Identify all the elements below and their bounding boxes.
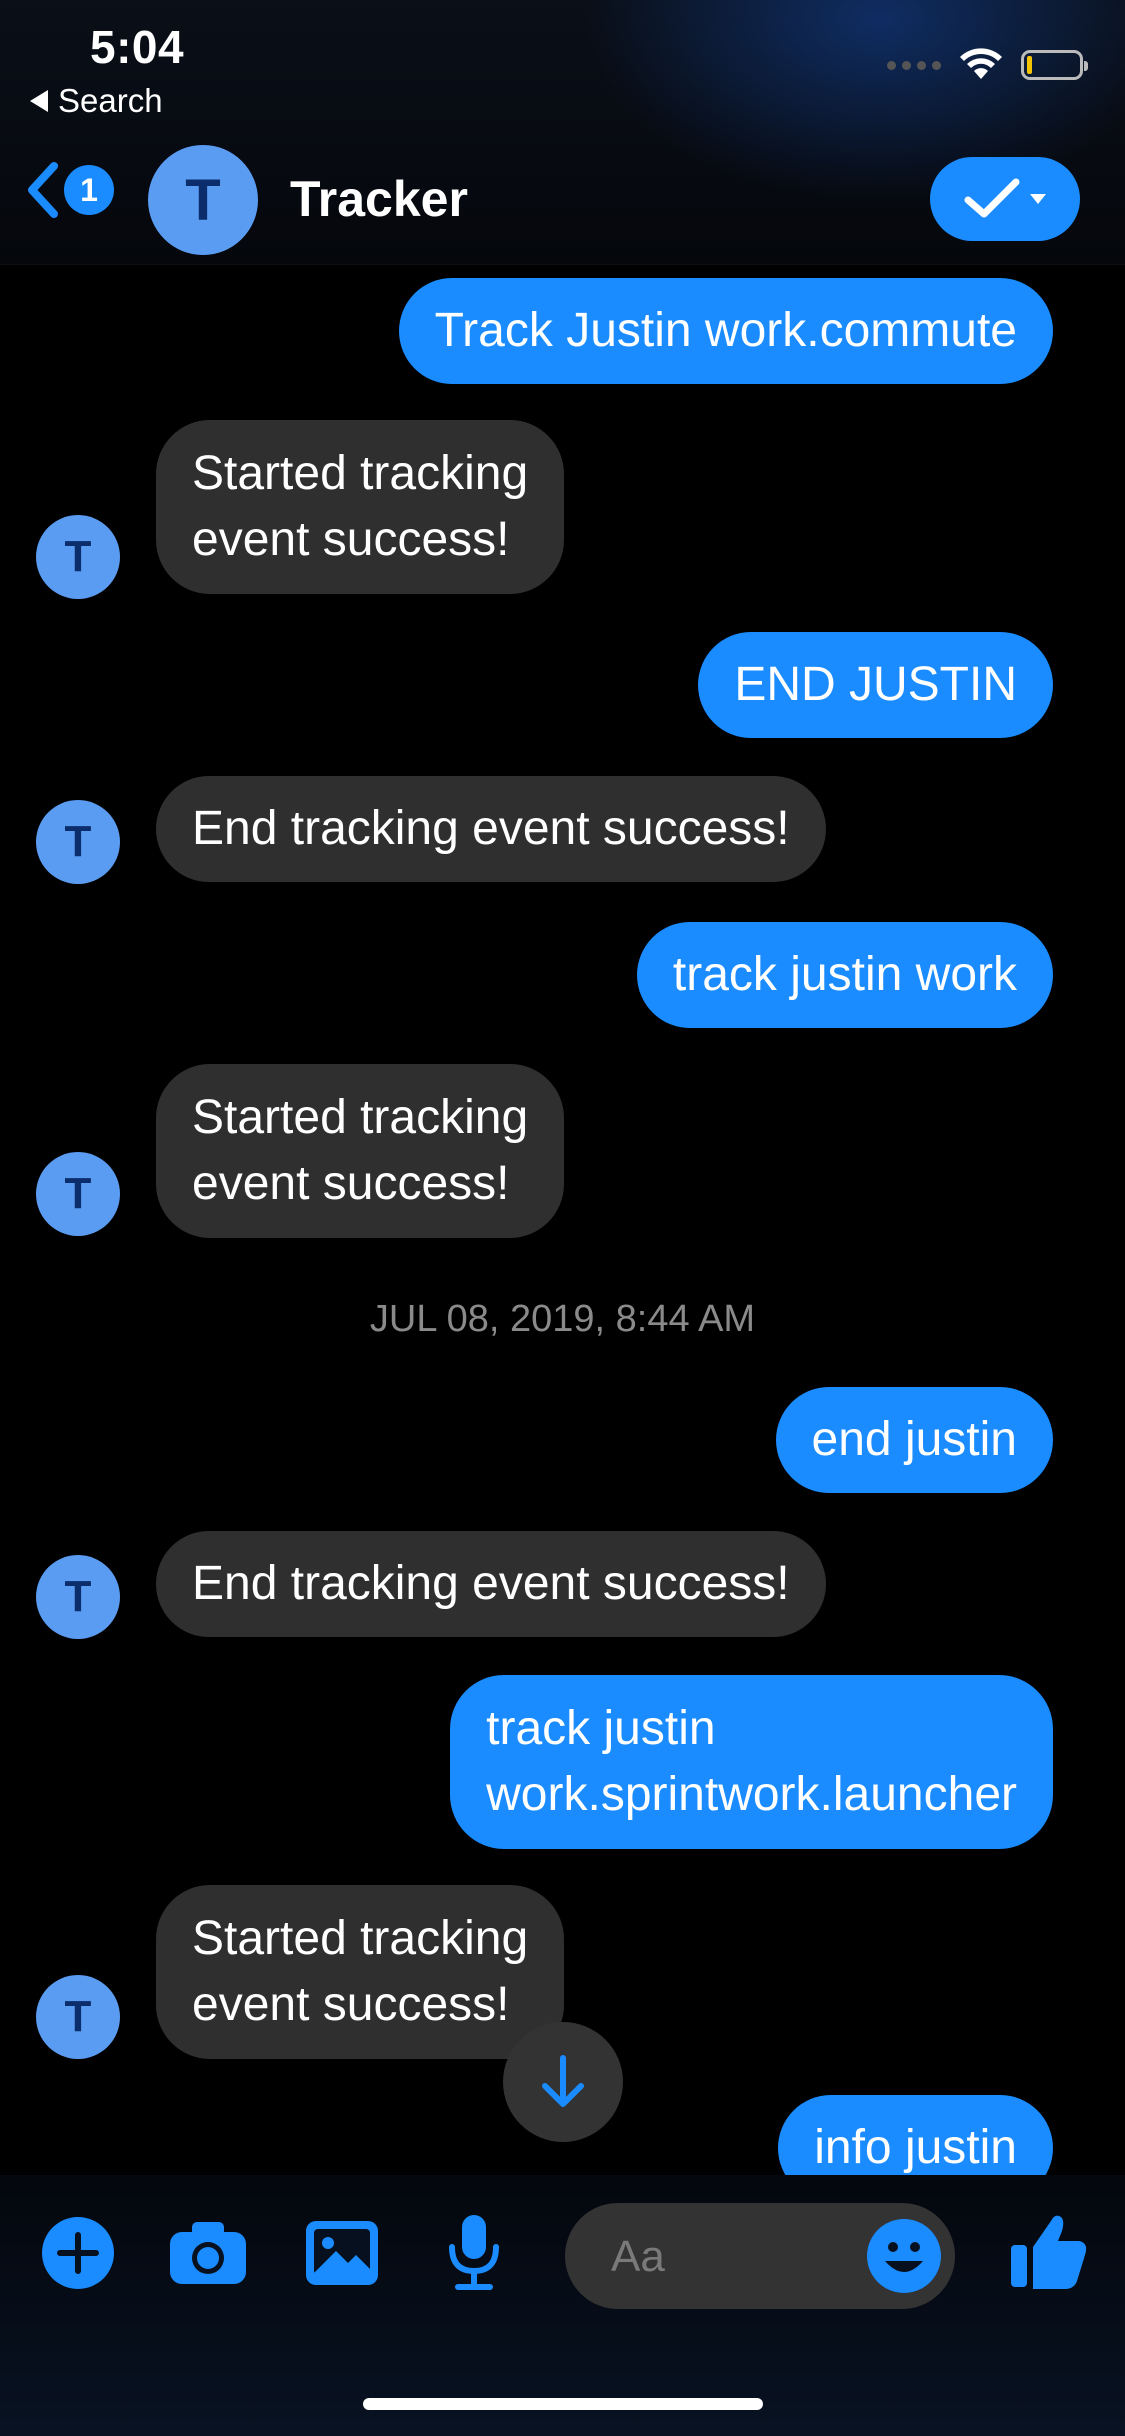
message-incoming[interactable]: Started tracking event success! <box>156 420 565 594</box>
image-icon <box>306 2221 378 2285</box>
message-input-container[interactable] <box>565 2203 955 2309</box>
bot-avatar[interactable]: T <box>36 1152 120 1236</box>
bot-avatar[interactable]: T <box>36 515 120 599</box>
microphone-button[interactable] <box>434 2213 514 2293</box>
microphone-icon <box>449 2215 499 2290</box>
bot-avatar[interactable]: T <box>36 1555 120 1639</box>
checkmark-icon <box>964 178 1020 218</box>
bot-avatar[interactable]: T <box>36 800 120 884</box>
header-divider <box>0 264 1125 265</box>
back-triangle-icon <box>30 90 48 112</box>
emoji-icon[interactable] <box>865 2217 943 2295</box>
message-incoming[interactable]: Started tracking event success! <box>156 1885 565 2059</box>
home-indicator[interactable] <box>363 2398 763 2410</box>
status-indicators <box>887 48 1088 82</box>
scroll-to-bottom-button[interactable] <box>503 2022 623 2142</box>
bot-avatar[interactable]: T <box>36 1975 120 2059</box>
gallery-button[interactable] <box>302 2213 382 2293</box>
message-incoming[interactable]: End tracking event success! <box>156 1531 826 1637</box>
arrow-down-icon <box>542 2055 584 2107</box>
message-outgoing[interactable]: END JUSTIN <box>698 632 1053 738</box>
message-outgoing[interactable]: track justin work <box>636 922 1053 1028</box>
conversation-title[interactable]: Tracker <box>290 170 468 228</box>
message-outgoing[interactable]: end justin <box>775 1387 1053 1493</box>
battery-icon <box>1021 50 1088 80</box>
message-incoming[interactable]: End tracking event success! <box>156 776 826 882</box>
back-to-search[interactable]: Search <box>30 82 163 120</box>
message-outgoing[interactable]: Track Justin work.commute <box>398 278 1053 384</box>
wifi-icon <box>960 48 1002 79</box>
contact-avatar[interactable]: T <box>148 145 258 255</box>
unread-count-badge: 1 <box>64 165 114 215</box>
message-incoming[interactable]: Started tracking event success! <box>156 1064 565 1238</box>
status-time: 5:04 <box>90 21 185 73</box>
message-outgoing[interactable]: track justin work.sprintwork.launcher <box>450 1675 1053 1849</box>
chevron-left-icon <box>28 162 58 218</box>
back-to-search-label: Search <box>58 82 163 119</box>
back-button[interactable]: 1 <box>22 160 114 220</box>
thumbs-up-icon <box>1011 2215 1087 2289</box>
camera-button[interactable] <box>168 2213 248 2293</box>
plus-icon <box>42 2217 114 2289</box>
add-button[interactable] <box>38 2213 118 2293</box>
status-check-button[interactable] <box>930 157 1080 241</box>
like-button[interactable] <box>1004 2206 1094 2296</box>
caret-down-icon <box>1030 194 1046 204</box>
camera-icon <box>170 2222 246 2284</box>
conversation-timestamp: JUL 08, 2019, 8:44 AM <box>369 1298 756 1340</box>
cellular-signal-icon <box>887 60 941 70</box>
message-input[interactable] <box>609 2225 853 2289</box>
